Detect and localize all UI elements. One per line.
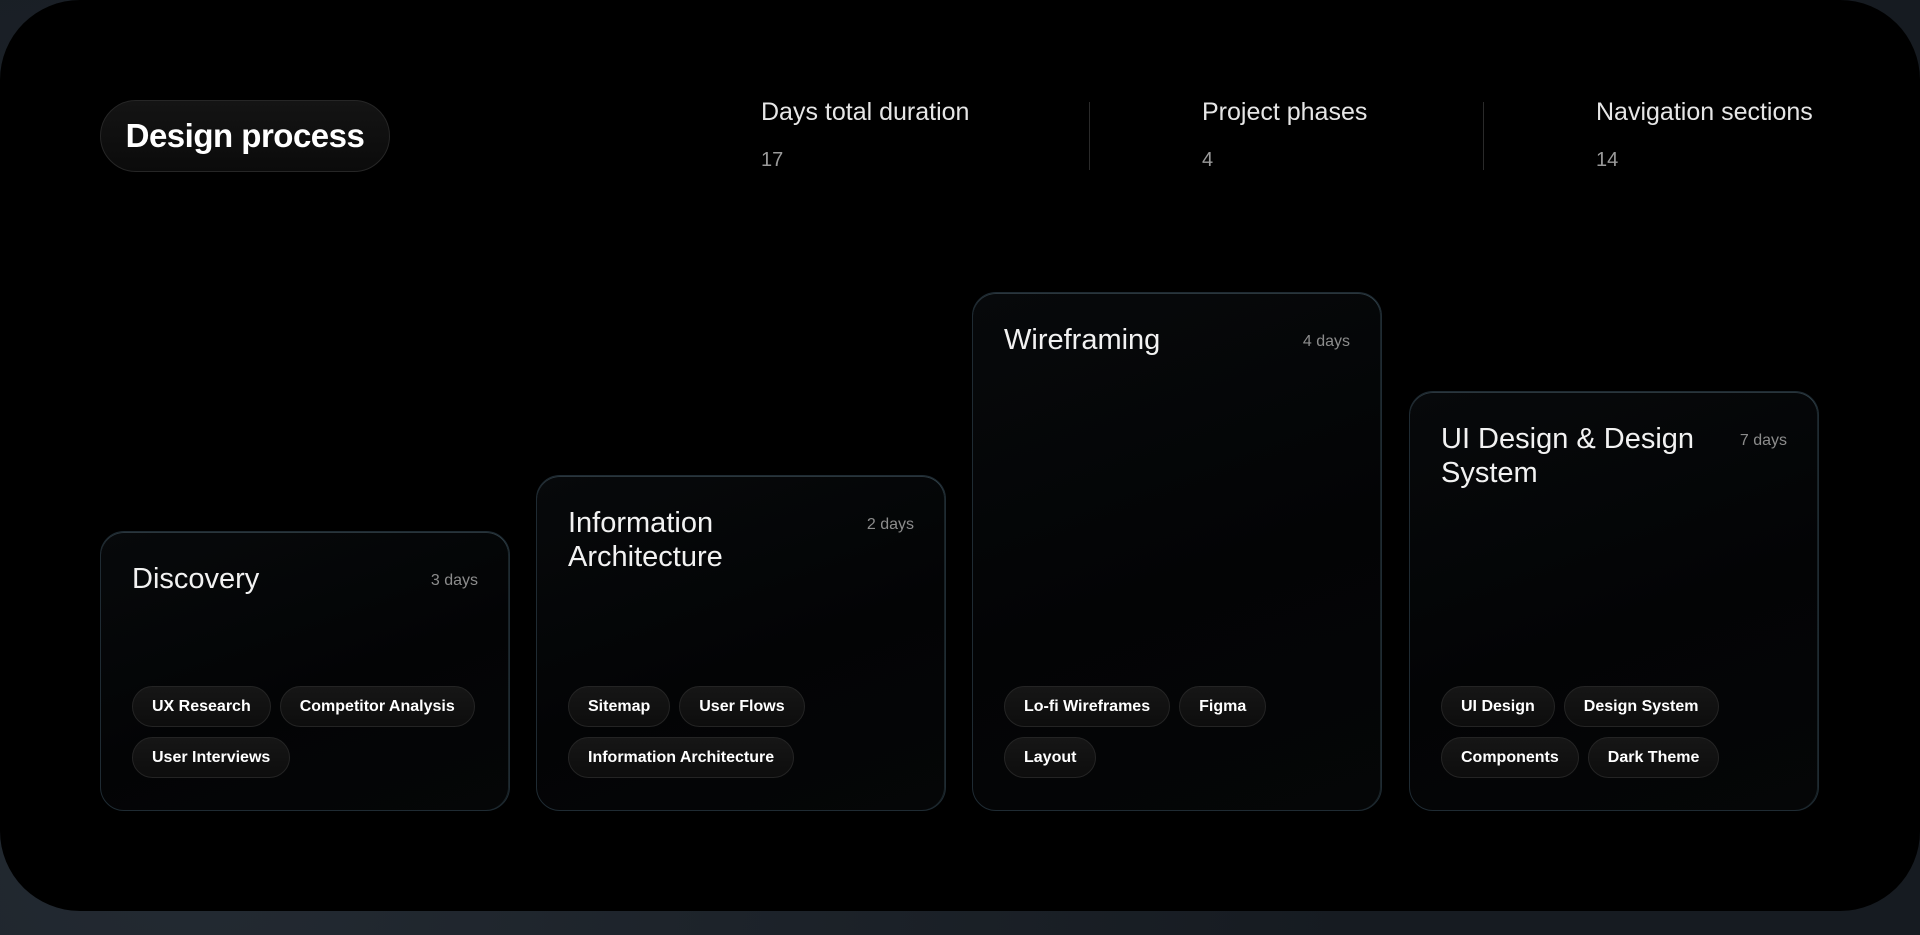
phase-title: Wireframing (1004, 324, 1161, 356)
phase-duration: 7 days (1739, 432, 1787, 449)
phase-duration: 3 days (430, 572, 478, 589)
tag[interactable]: Competitor Analysis (279, 686, 475, 727)
stat-value: 14 (1596, 149, 1619, 171)
tag[interactable]: UX Research (132, 686, 271, 727)
phase-duration: 4 days (1302, 333, 1350, 350)
main-panel: Design process Days total duration 17 Pr… (0, 0, 1920, 911)
phase-card-wireframing[interactable]: Wireframing 4 days Lo-fi Wireframes Figm… (972, 292, 1382, 811)
stat-label: Navigation sections (1596, 98, 1813, 126)
tag[interactable]: User Interviews (132, 737, 291, 778)
tag[interactable]: Information Architecture (568, 737, 795, 778)
phase-card-ui-design[interactable]: UI Design & Design System 7 days UI Desi… (1409, 391, 1819, 811)
phase-tags: Lo-fi Wireframes Figma Layout (1004, 686, 1354, 778)
phase-tags: UX Research Competitor Analysis User Int… (132, 686, 482, 778)
phase-card-discovery[interactable]: Discovery 3 days UX Research Competitor … (100, 531, 510, 811)
stat-label: Project phases (1202, 98, 1368, 126)
tag[interactable]: Figma (1179, 686, 1267, 727)
phase-tags: UI Design Design System Components Dark … (1441, 686, 1791, 778)
tag[interactable]: Layout (1004, 737, 1097, 778)
phase-title: Discovery (132, 563, 260, 595)
stat-navigation-sections: Navigation sections 14 (1596, 98, 1813, 172)
stat-label: Days total duration (761, 98, 970, 126)
tag[interactable]: User Flows (679, 686, 805, 727)
phase-card-information-architecture[interactable]: Information Architecture 2 days Sitemap … (536, 475, 946, 811)
page-title-text: Design process (125, 117, 365, 154)
phase-title: UI Design & Design System (1441, 423, 1695, 489)
page-title: Design process (100, 100, 390, 172)
stat-value: 17 (761, 149, 784, 171)
stat-divider (1089, 102, 1090, 170)
tag[interactable]: UI Design (1441, 686, 1555, 727)
stat-value: 4 (1202, 149, 1214, 171)
phase-title: Information Architecture (568, 507, 723, 573)
tag[interactable]: Dark Theme (1587, 737, 1720, 778)
stat-divider (1483, 102, 1484, 170)
tag[interactable]: Components (1441, 737, 1579, 778)
phase-duration: 2 days (866, 516, 914, 533)
stat-project-phases: Project phases 4 (1202, 98, 1367, 172)
stat-days-total: Days total duration 17 (761, 98, 969, 172)
phase-tags: Sitemap User Flows Information Architect… (568, 686, 918, 778)
tag[interactable]: Sitemap (568, 686, 671, 727)
tag[interactable]: Lo-fi Wireframes (1004, 686, 1171, 727)
tag[interactable]: Design System (1563, 686, 1719, 727)
